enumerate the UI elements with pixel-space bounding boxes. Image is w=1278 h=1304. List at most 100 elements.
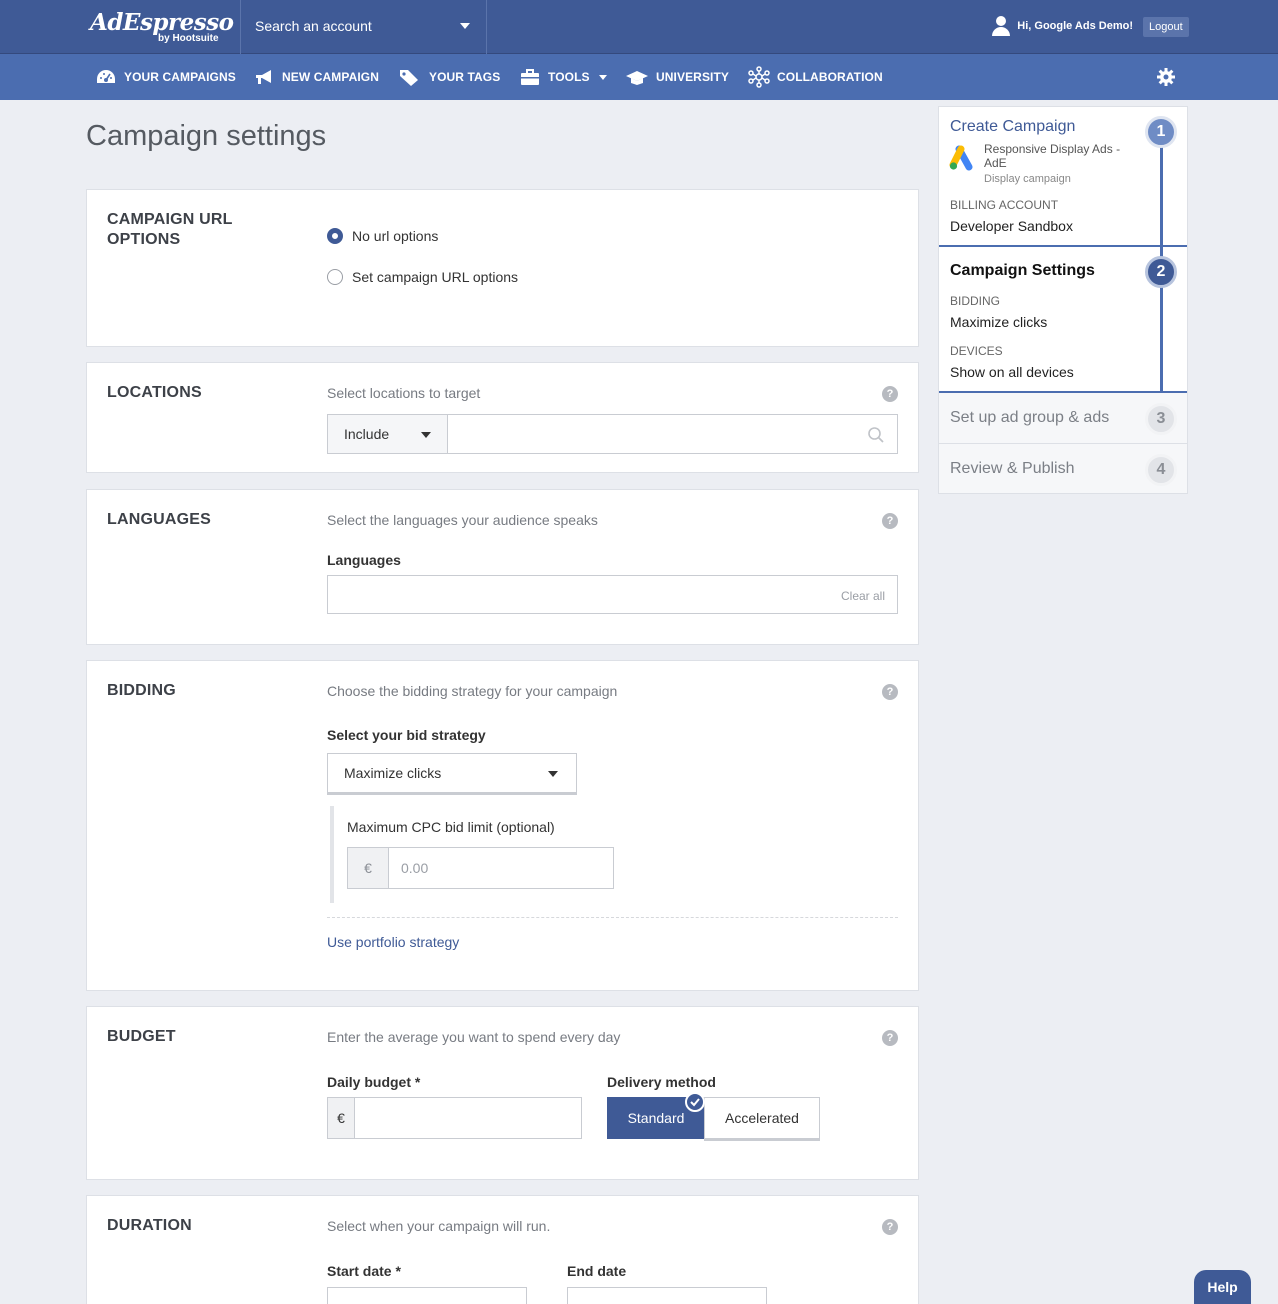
section-description: Select locations to target — [327, 385, 481, 401]
nav-university[interactable]: UNIVERSITY — [625, 54, 729, 100]
step-2-title[interactable]: Campaign Settings — [950, 262, 1095, 280]
page-title: Campaign settings — [86, 120, 327, 152]
location-mode-select[interactable]: Include — [327, 414, 448, 454]
end-date-input[interactable] — [567, 1287, 767, 1304]
account-search-placeholder: Search an account — [255, 18, 372, 34]
section-title: LANGUAGES — [107, 511, 212, 528]
max-cpc-placeholder: 0.00 — [401, 860, 429, 876]
divider — [327, 917, 898, 918]
daily-budget-input[interactable] — [354, 1097, 582, 1139]
nav-label: NEW CAMPAIGN — [282, 70, 379, 84]
languages-input[interactable]: Clear all — [327, 575, 898, 614]
billing-account-label: BILLING ACCOUNT — [950, 198, 1059, 212]
step-3-title: Set up ad group & ads — [950, 409, 1110, 426]
nav-tools[interactable]: TOOLS — [519, 54, 607, 100]
account-search-select[interactable]: Search an account — [240, 0, 487, 54]
nav-new-campaign[interactable]: NEW CAMPAIGN — [253, 54, 379, 100]
start-date-input[interactable] — [327, 1287, 527, 1304]
step-1-circle[interactable]: 1 — [1145, 116, 1177, 148]
duration-section: DURATION Select when your campaign will … — [86, 1195, 919, 1304]
step-4-title: Review & Publish — [950, 460, 1075, 477]
clear-all-link[interactable]: Clear all — [841, 589, 885, 603]
help-icon[interactable]: ? — [882, 386, 898, 402]
help-icon[interactable]: ? — [882, 513, 898, 529]
bid-strategy-label: Select your bid strategy — [327, 727, 486, 743]
help-icon[interactable]: ? — [882, 1219, 898, 1235]
locations-section: LOCATIONS Select locations to target ? I… — [86, 362, 919, 473]
radio-selected-icon — [327, 228, 343, 244]
currency-prefix: € — [327, 1097, 355, 1139]
gear-icon[interactable] — [1156, 67, 1176, 92]
section-title: CAMPAIGN URL OPTIONS — [107, 211, 233, 248]
logout-button[interactable]: Logout — [1143, 17, 1189, 37]
section-title: DURATION — [107, 1217, 192, 1234]
nav-your-tags[interactable]: YOUR TAGS — [398, 54, 500, 100]
help-icon[interactable]: ? — [882, 684, 898, 700]
step-3-row[interactable]: Set up ad group & ads 3 — [939, 393, 1187, 443]
delivery-method-label: Delivery method — [607, 1074, 716, 1090]
currency-prefix: € — [347, 847, 389, 889]
devices-summary-label: DEVICES — [950, 344, 1003, 358]
devices-summary-value: Show on all devices — [950, 364, 1074, 380]
start-date-label: Start date * — [327, 1263, 401, 1279]
bidding-summary-value: Maximize clicks — [950, 314, 1048, 330]
adespresso-logo[interactable]: AdEspresso by Hootsuite — [90, 10, 234, 45]
nav-label: COLLABORATION — [777, 70, 883, 84]
megaphone-icon — [256, 70, 271, 84]
radio-no-url-options[interactable]: No url options — [327, 228, 438, 244]
section-description: Choose the bidding strategy for your cam… — [327, 683, 618, 699]
portfolio-strategy-link[interactable]: Use portfolio strategy — [327, 934, 459, 950]
nav-your-campaigns[interactable]: YOUR CAMPAIGNS — [95, 54, 236, 100]
top-bar: AdEspresso by Hootsuite Search an accoun… — [0, 0, 1278, 54]
radio-unselected-icon — [327, 269, 343, 285]
location-search-input[interactable] — [447, 414, 898, 454]
nav-label: YOUR CAMPAIGNS — [124, 70, 236, 84]
section-description: Select the languages your audience speak… — [327, 512, 598, 528]
step-4-circle: 4 — [1145, 454, 1177, 486]
search-icon — [868, 427, 884, 443]
nav-collaboration[interactable]: COLLABORATION — [748, 54, 883, 100]
bid-strategy-value: Maximize clicks — [344, 765, 442, 781]
languages-field-label: Languages — [327, 552, 401, 568]
step-2-circle[interactable]: 2 — [1145, 256, 1177, 288]
help-button[interactable]: Help — [1194, 1270, 1251, 1304]
location-mode-value: Include — [344, 426, 390, 442]
step-divider — [939, 245, 1187, 247]
dashboard-icon — [97, 70, 115, 83]
radio-label: No url options — [352, 228, 439, 244]
step-3-circle: 3 — [1145, 403, 1177, 435]
step-4-row[interactable]: Review & Publish 4 — [939, 444, 1187, 493]
step-1-title[interactable]: Create Campaign — [950, 118, 1075, 136]
graduation-cap-icon — [626, 71, 648, 85]
daily-budget-label: Daily budget * — [327, 1074, 421, 1090]
user-icon — [990, 15, 1012, 37]
help-icon[interactable]: ? — [882, 1030, 898, 1046]
section-description: Enter the average you want to spend ever… — [327, 1029, 621, 1045]
network-icon — [748, 66, 770, 88]
section-description: Select when your campaign will run. — [327, 1218, 551, 1234]
main-nav: YOUR CAMPAIGNS NEW CAMPAIGN YOUR TAGS TO… — [0, 54, 1278, 100]
section-title: BIDDING — [107, 682, 176, 699]
bid-strategy-select[interactable]: Maximize clicks — [327, 753, 577, 793]
nav-label: TOOLS — [548, 70, 590, 84]
section-title: LOCATIONS — [107, 384, 202, 401]
bidding-summary-label: BIDDING — [950, 294, 1001, 308]
billing-account-value: Developer Sandbox — [950, 218, 1073, 234]
campaign-stepper: Create Campaign 1 Responsive Display Ads… — [938, 106, 1188, 494]
max-cpc-input[interactable]: 0.00 — [388, 847, 614, 889]
chevron-down-icon — [460, 23, 470, 29]
budget-section: BUDGET Enter the average you want to spe… — [86, 1006, 919, 1180]
check-icon — [685, 1092, 705, 1112]
campaign-name: Responsive Display Ads - AdE — [984, 142, 1121, 170]
cpc-group-indicator — [330, 806, 334, 903]
delivery-accelerated-button[interactable]: Accelerated — [704, 1097, 820, 1139]
tags-icon — [400, 70, 418, 86]
nav-label: UNIVERSITY — [656, 70, 730, 84]
greeting-text: Hi, Google Ads Demo! — [1017, 20, 1133, 32]
radio-set-url-options[interactable]: Set campaign URL options — [327, 269, 518, 285]
campaign-type: Display campaign — [984, 173, 1071, 185]
chevron-down-icon — [421, 432, 431, 438]
section-title: BUDGET — [107, 1028, 176, 1045]
url-options-section: CAMPAIGN URL OPTIONS No url options Set … — [86, 189, 919, 347]
briefcase-icon — [521, 69, 539, 85]
